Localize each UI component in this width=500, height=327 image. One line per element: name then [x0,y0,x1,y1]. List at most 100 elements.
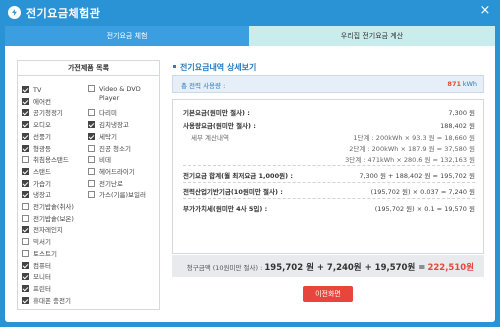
appliance-label: 전자레인지 [33,226,63,235]
usage-unit: kWh [462,80,477,88]
appliance-item[interactable]: 전기밥솥(보온) [22,214,74,225]
appliance-checkbox[interactable] [88,132,95,140]
appliance-checkbox[interactable] [22,86,29,93]
detail-row: 세부 계산내역 1단계 : 200kWh × 93.3 원 = 18,660 원 [183,133,475,143]
appliance-checkbox[interactable] [22,296,29,304]
appliance-item[interactable]: 오디오 [22,120,51,131]
appliance-label: 컴퓨터 [33,261,51,270]
appliance-checkbox[interactable] [88,121,95,129]
appliance-item[interactable]: 믹서기 [22,237,51,248]
tab-home-calculation[interactable]: 우리집 전기요금 계산 [249,26,495,46]
appliance-checkbox[interactable] [22,97,29,105]
appliance-label: 믹서기 [33,238,51,247]
appliance-item[interactable]: 비데 [88,155,111,166]
appliance-label: 세탁기 [99,132,117,141]
detail-label: 전기요금 합계(월 최저요금 1,000원) : [183,172,293,180]
appliance-item[interactable]: 다리미 [88,108,117,119]
appliance-item[interactable]: 프린터 [22,284,51,295]
appliance-checkbox[interactable] [88,156,95,164]
detail-divider [183,165,475,166]
detail-label: 기본요금(원미만 절사) : [183,109,250,117]
detail-value: 3단계 : 471kWh × 280.6 원 = 132,163 원 [345,156,475,164]
usage-label: 총 전력 사용량 : [181,82,226,90]
appliance-label: 오디오 [33,121,51,130]
appliance-checkbox[interactable] [88,144,95,152]
appliance-checkbox[interactable] [22,226,29,234]
detail-breakdown: 기본요금(원미만 절사) : 7,300 원 사용량요금(원미만 절사) : 188,… [172,99,484,254]
appliance-item[interactable]: 냉장고 [22,190,51,201]
appliance-label: 비데 [99,156,111,165]
appliance-label: 취침용스탠드 [33,156,69,165]
appliance-label: 다리미 [99,109,117,118]
appliance-label: 헤어드라이기 [99,167,135,176]
close-icon[interactable]: × [478,4,492,18]
appliance-checkbox[interactable] [88,179,95,187]
appliance-item[interactable]: 헤어드라이기 [88,167,135,178]
appliance-item[interactable]: 가습기 [22,179,51,190]
appliance-item[interactable]: 진공 청소기 [88,144,131,155]
appliance-checkbox[interactable] [22,156,29,164]
appliance-label: 공기청정기 [33,109,63,118]
appliance-label: 형광등 [33,144,51,153]
appliance-checkbox[interactable] [22,144,29,152]
tab-electric-experience[interactable]: 전기요금 체험 [5,26,249,46]
appliance-checkbox[interactable] [88,85,95,92]
appliance-label: 에어컨 [33,97,51,106]
detail-row: 부가가치세(원미만 4사 5입) : (195,702 원) × 0.1 = 19… [183,204,475,214]
appliance-label: 가습기 [33,179,51,188]
appliance-item[interactable]: TV [22,85,41,96]
appliance-item[interactable]: 세탁기 [88,132,117,143]
detail-label: 전력산업기반기금(10원미만 절사) : [183,188,283,196]
appliance-item[interactable]: 컴퓨터 [22,261,51,272]
detail-value: (195,702 원) × 0.1 = 19,570 원 [374,205,475,213]
detail-label: 사용량요금(원미만 절사) : [183,122,256,130]
appliance-item[interactable]: 전기밥솥(취사) [22,202,74,213]
appliance-checkbox[interactable] [22,121,29,129]
title-bar: 전기요금체험관 × [0,0,500,25]
appliance-label: 모니터 [33,273,51,282]
appliance-checkbox[interactable] [88,191,95,199]
appliance-checkbox[interactable] [22,167,29,175]
detail-value: (195,702 원) × 0.037 = 7,240 원 [370,188,475,196]
appliance-label: 선풍기 [33,132,51,141]
appliance-checkbox[interactable] [22,261,29,269]
detail-row: 기본요금(원미만 절사) : 7,300 원 [183,108,475,118]
appliance-checkbox[interactable] [22,109,29,117]
appliance-item[interactable]: 공기청정기 [22,108,63,119]
appliance-checkbox[interactable] [22,249,29,257]
usage-value: 871 [447,80,461,88]
appliance-item[interactable]: 휴대폰 충전기 [22,296,71,307]
appliance-item[interactable]: 전기난로 [88,179,123,190]
appliance-list: 가전제품 목록 TV 에어컨 공기청정기 오디오 선풍기 형광등 취침용스탠드 스탠드 가습기 냉… [17,60,160,310]
appliance-checkbox[interactable] [22,203,29,210]
appliance-item[interactable]: 선풍기 [22,132,51,143]
detail-row: 2단계 : 200kWh × 187.9 원 = 37,580 원 [183,144,475,154]
appliance-item[interactable]: 가스(기름)보일러 [88,190,146,201]
appliance-checkbox[interactable] [22,284,29,292]
appliance-item[interactable]: 김치냉장고 [88,120,129,131]
back-button[interactable]: 이전화면 [303,286,353,302]
appliance-checkbox[interactable] [22,238,29,246]
appliance-checkbox[interactable] [22,179,29,187]
appliance-checkbox[interactable] [22,273,29,281]
appliance-item[interactable]: 에어컨 [22,97,51,108]
appliance-checkbox[interactable] [22,132,29,140]
total-value: 222,510원 [427,263,474,273]
appliance-checkbox[interactable] [88,167,95,175]
appliance-item[interactable]: 모니터 [22,272,51,283]
appliance-item[interactable]: 취침용스탠드 [22,155,69,166]
appliance-checkbox[interactable] [22,191,29,199]
appliance-checkbox[interactable] [22,214,29,222]
detail-label: 세부 계산내역 [191,134,229,142]
appliance-item[interactable]: 토스트기 [22,249,57,260]
appliance-item[interactable]: 전자레인지 [22,225,63,236]
appliance-item[interactable]: 스탠드 [22,167,51,178]
detail-value: 2단계 : 200kWh × 187.9 원 = 37,580 원 [349,145,475,153]
appliance-label: 휴대폰 충전기 [33,296,71,305]
detail-row: 3단계 : 471kWh × 280.6 원 = 132,163 원 [183,155,475,165]
appliance-item[interactable]: Video & DVD Player [88,85,148,105]
main-panel: 가전제품 목록 TV 에어컨 공기청정기 오디오 선풍기 형광등 취침용스탠드 스탠드 가습기 냉… [5,46,495,322]
appliance-label: 전기밥솥(취사) [33,203,74,211]
appliance-checkbox[interactable] [88,109,95,117]
appliance-item[interactable]: 형광등 [22,144,51,155]
